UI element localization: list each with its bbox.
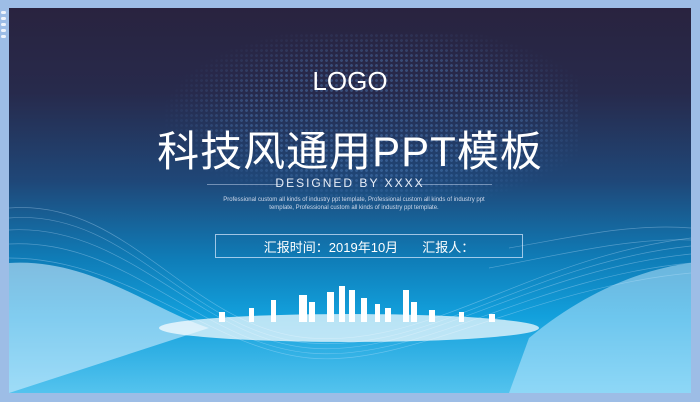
report-info-box: 汇报时间：2019年10月 汇报人： xyxy=(215,234,523,258)
logo: LOGO xyxy=(312,66,388,96)
slide: LOGO 科技风通用PPT模板 DESIGNED BY XXXX Profess… xyxy=(9,8,691,393)
loading-spinner-icon xyxy=(0,8,8,40)
designed-by: DESIGNED BY XXXX xyxy=(275,176,425,190)
slide-title: 科技风通用PPT模板 xyxy=(157,128,543,175)
description: Professional custom all kinds of industr… xyxy=(223,197,485,211)
report-time: 汇报时间：2019年10月 xyxy=(263,239,399,255)
reporter: 汇报人： xyxy=(422,239,475,255)
